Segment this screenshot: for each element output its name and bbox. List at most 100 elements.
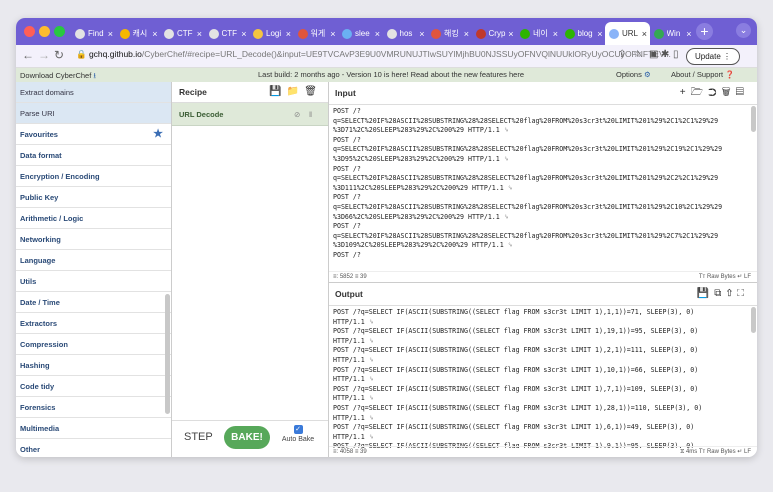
tab-close-icon[interactable]: × xyxy=(642,29,647,39)
bake-button[interactable]: BAKE! xyxy=(224,426,270,449)
disable-icon[interactable]: ⊘ xyxy=(294,103,300,126)
sidebar-category[interactable]: Code tidy xyxy=(16,376,171,397)
about-button[interactable]: About / Support ❓ xyxy=(671,70,735,79)
tab-close-icon[interactable]: × xyxy=(286,29,291,39)
sidebar-category[interactable]: Public Key xyxy=(16,187,171,208)
browser-tab[interactable]: URL × xyxy=(605,22,650,45)
replace-input-icon[interactable]: ⇧ xyxy=(726,288,737,299)
browser-tab[interactable]: CTF × xyxy=(160,22,205,45)
tab-close-icon[interactable]: × xyxy=(686,29,691,39)
output-title: Output xyxy=(335,289,363,299)
new-tab-button[interactable]: + xyxy=(696,23,713,40)
url-field[interactable]: 🔒 gchq.github.io/CyberChef/#recipe=URL_D… xyxy=(76,49,671,60)
favourite-star-icon[interactable]: ★ xyxy=(153,124,163,145)
sidebar-scrollbar[interactable] xyxy=(165,294,170,414)
browser-tab[interactable]: 네이 × xyxy=(516,22,561,45)
save-output-icon[interactable]: 💾 xyxy=(697,288,714,299)
bookmark-star-icon[interactable]: ☆ xyxy=(633,49,642,60)
update-button[interactable]: Update ⋮ xyxy=(686,48,741,65)
puzzle-icon[interactable]: ✱ xyxy=(661,49,669,60)
sidebar-item-label: Favourites xyxy=(20,130,58,139)
tab-close-icon[interactable]: × xyxy=(241,29,246,39)
browser-tab[interactable]: CTF × xyxy=(205,22,250,45)
sidebar-category[interactable]: Networking xyxy=(16,229,171,250)
tab-close-icon[interactable]: × xyxy=(152,29,157,39)
layout-icon[interactable]: ▤ xyxy=(736,87,749,98)
add-icon[interactable]: + xyxy=(680,87,691,98)
build-notice[interactable]: Last build: 2 months ago - Version 10 is… xyxy=(258,70,524,79)
sidebar-category[interactable]: Arithmetic / Logic xyxy=(16,208,171,229)
sidebar-category[interactable]: Extractors xyxy=(16,313,171,334)
browser-tab[interactable]: 워게 × xyxy=(294,22,339,45)
back-icon[interactable]: ← xyxy=(22,48,34,62)
output-line: HTTP/1.1 ␍ xyxy=(333,317,375,326)
sidebar-category[interactable]: Multimedia xyxy=(16,418,171,439)
browser-tab[interactable]: Find × xyxy=(71,22,116,45)
autobake-toggle[interactable]: ✓ Auto Bake xyxy=(278,425,318,443)
tab-close-icon[interactable]: × xyxy=(375,29,380,39)
clear-trash-icon[interactable]: 🗑 xyxy=(722,87,736,98)
extension-icon[interactable]: ▣ xyxy=(649,49,658,60)
browser-tab[interactable]: Win × xyxy=(650,22,695,45)
open-file-icon[interactable]: ➲ xyxy=(708,87,722,98)
options-button[interactable]: Options ⚙ xyxy=(616,70,651,79)
checkbox-icon[interactable]: ✓ xyxy=(293,425,303,434)
save-icon[interactable]: 💾 xyxy=(269,86,286,97)
pause-icon[interactable]: ‖ xyxy=(309,103,312,126)
sidebar-category[interactable]: Encryption / Encoding xyxy=(16,166,171,187)
trash-icon[interactable]: 🗑 xyxy=(304,86,322,97)
recipe-operation-url-decode[interactable]: URL Decode ⊘ ‖ xyxy=(172,103,328,126)
output-textarea[interactable]: POST /?q=SELECT IF(ASCII(SUBSTRING((SELE… xyxy=(329,306,757,448)
input-encoding[interactable]: Tт Raw Bytes ↵ LF xyxy=(699,272,751,282)
tab-close-icon[interactable]: × xyxy=(597,29,602,39)
minimize-window-button[interactable] xyxy=(39,26,50,37)
browser-tab[interactable]: 해킹 × xyxy=(427,22,472,45)
input-line: %3D95%2C%20SLEEP%283%29%2C%200%29 HTTP/1… xyxy=(333,154,509,163)
tab-close-icon[interactable]: × xyxy=(508,29,513,39)
tab-search-button[interactable]: ⌄ xyxy=(736,23,751,38)
maximize-icon[interactable]: ⛶ xyxy=(737,288,749,299)
sidebar-category[interactable]: Hashing xyxy=(16,355,171,376)
browser-tab[interactable]: blog × xyxy=(561,22,606,45)
folder-icon[interactable]: 📁 xyxy=(287,86,304,97)
sidebar-category[interactable]: Utils xyxy=(16,271,171,292)
sidepanel-icon[interactable]: ▯ xyxy=(673,49,679,60)
sidebar-category[interactable]: Language xyxy=(16,250,171,271)
step-button[interactable]: STEP xyxy=(184,431,213,443)
browser-tab[interactable]: Cryp × xyxy=(472,22,517,45)
tab-label: CTF xyxy=(221,29,238,38)
output-encoding[interactable]: ⧖ 4ms Tт Raw Bytes ↵ LF xyxy=(680,447,751,457)
share-icon[interactable]: ⇧ xyxy=(618,49,626,60)
tab-label: Cryp xyxy=(488,29,506,38)
tab-close-icon[interactable]: × xyxy=(330,29,335,39)
close-window-button[interactable] xyxy=(24,26,35,37)
sidebar-category[interactable]: Data format xyxy=(16,145,171,166)
reload-icon[interactable]: ↻ xyxy=(54,48,64,62)
copy-icon[interactable]: ⧉ xyxy=(714,288,726,299)
sidebar-operation[interactable]: Parse URI xyxy=(16,103,171,124)
recipe-controls: STEP BAKE! ✓ Auto Bake xyxy=(172,420,328,457)
sidebar-category[interactable]: Favourites ★ xyxy=(16,124,171,145)
sidebar-operation[interactable]: Extract domains xyxy=(16,82,171,103)
tab-favicon-icon xyxy=(564,28,575,39)
input-textarea[interactable]: POST /? q=SELECT%20IF%28ASCII%28SUBSTRING… xyxy=(329,105,757,273)
browser-tab[interactable]: Logi × xyxy=(249,22,294,45)
open-folder-icon[interactable]: 🗁 xyxy=(691,87,708,98)
browser-tab[interactable]: 캐시 × xyxy=(116,22,161,45)
sidebar-category[interactable]: Forensics xyxy=(16,397,171,418)
output-scrollbar[interactable] xyxy=(751,307,756,333)
tab-close-icon[interactable]: × xyxy=(464,29,469,39)
forward-icon[interactable]: → xyxy=(38,48,50,62)
input-scrollbar[interactable] xyxy=(751,106,756,132)
browser-tab[interactable]: hos × xyxy=(383,22,428,45)
tab-close-icon[interactable]: × xyxy=(553,29,558,39)
sidebar-category[interactable]: Compression xyxy=(16,334,171,355)
output-line: HTTP/1.1 ␍ xyxy=(333,394,375,403)
tab-close-icon[interactable]: × xyxy=(108,29,113,39)
maximize-window-button[interactable] xyxy=(54,26,65,37)
tab-close-icon[interactable]: × xyxy=(197,29,202,39)
sidebar-category[interactable]: Other xyxy=(16,439,171,457)
tab-close-icon[interactable]: × xyxy=(419,29,424,39)
sidebar-category[interactable]: Date / Time xyxy=(16,292,171,313)
browser-tab[interactable]: slee × xyxy=(338,22,383,45)
